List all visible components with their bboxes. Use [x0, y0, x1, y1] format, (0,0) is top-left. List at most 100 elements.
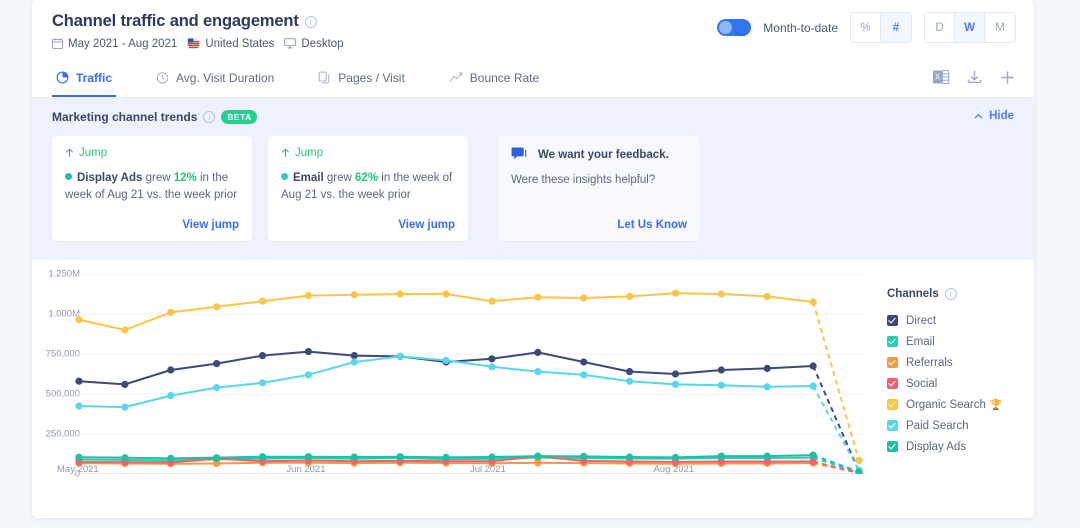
meta-date-range[interactable]: May 2021 - Aug 2021 — [52, 38, 177, 50]
legend-item-organic-search[interactable]: Organic Search🏆18.26M — [887, 394, 1034, 415]
legend-checkbox[interactable] — [887, 336, 898, 347]
data-point[interactable] — [121, 454, 128, 461]
legend-item-social[interactable]: Social991,885 — [887, 373, 1034, 394]
info-icon[interactable]: i — [305, 16, 317, 28]
data-point[interactable] — [259, 352, 266, 359]
data-point[interactable] — [488, 355, 495, 362]
tab-traffic[interactable]: Traffic — [52, 60, 116, 97]
segment-number[interactable]: # — [881, 13, 911, 42]
data-point[interactable] — [488, 453, 495, 460]
tab-bounce-rate[interactable]: Bounce Rate — [445, 60, 543, 97]
data-point[interactable] — [213, 384, 220, 391]
data-point[interactable] — [442, 454, 449, 461]
data-point[interactable] — [672, 454, 679, 461]
data-point[interactable] — [626, 378, 633, 385]
legend-item-paid-search[interactable]: Paid Search9.701M — [887, 415, 1034, 436]
segment-week[interactable]: W — [955, 13, 985, 42]
data-point[interactable] — [580, 453, 587, 460]
data-point[interactable] — [259, 379, 266, 386]
legend-item-direct[interactable]: Direct11.51M — [887, 310, 1034, 331]
data-point[interactable] — [259, 453, 266, 460]
data-point[interactable] — [626, 453, 633, 460]
data-point[interactable] — [810, 298, 817, 305]
data-point[interactable] — [351, 358, 358, 365]
data-point[interactable] — [351, 352, 358, 359]
legend-checkbox[interactable] — [887, 357, 898, 368]
data-point[interactable] — [397, 453, 404, 460]
data-point[interactable] — [75, 454, 82, 461]
legend-item-display-ads[interactable]: Display Ads1.280M — [887, 436, 1034, 457]
data-point[interactable] — [718, 366, 725, 373]
month-to-date-toggle[interactable] — [717, 19, 751, 36]
excel-export-icon[interactable]: X — [932, 68, 950, 86]
data-point[interactable] — [121, 381, 128, 388]
data-point[interactable] — [305, 453, 312, 460]
data-point[interactable] — [626, 368, 633, 375]
data-point[interactable] — [534, 368, 541, 375]
traffic-line-chart[interactable] — [74, 274, 864, 474]
legend-item-referrals[interactable]: Referrals761,201 — [887, 352, 1034, 373]
data-point[interactable] — [810, 382, 817, 389]
data-point[interactable] — [442, 290, 449, 297]
data-point[interactable] — [351, 291, 358, 298]
meta-device[interactable]: Desktop — [284, 38, 343, 50]
tab-pages-per-visit[interactable]: Pages / Visit — [314, 60, 408, 97]
data-point[interactable] — [351, 453, 358, 460]
data-point[interactable] — [764, 365, 771, 372]
data-point[interactable] — [167, 309, 174, 316]
data-point[interactable] — [488, 363, 495, 370]
download-icon[interactable] — [966, 69, 983, 86]
data-point[interactable] — [672, 290, 679, 297]
let-us-know-link[interactable]: Let Us Know — [617, 219, 687, 231]
data-point[interactable] — [397, 353, 404, 360]
data-point[interactable] — [121, 404, 128, 411]
insight-card[interactable]: Jump Display Ads grew 12% in the week of… — [52, 136, 252, 241]
legend-item-email[interactable]: Email392,504 — [887, 331, 1034, 352]
data-point[interactable] — [580, 294, 587, 301]
data-point[interactable] — [580, 358, 587, 365]
data-point[interactable] — [764, 452, 771, 459]
data-point-partial[interactable] — [855, 457, 862, 464]
legend-checkbox[interactable] — [887, 441, 898, 452]
data-point[interactable] — [121, 326, 128, 333]
data-point[interactable] — [488, 298, 495, 305]
data-point[interactable] — [764, 383, 771, 390]
data-point[interactable] — [534, 294, 541, 301]
data-point[interactable] — [305, 292, 312, 299]
segment-percent[interactable]: % — [851, 13, 881, 42]
data-point[interactable] — [397, 290, 404, 297]
data-point[interactable] — [672, 370, 679, 377]
legend-checkbox[interactable] — [887, 420, 898, 431]
data-point[interactable] — [534, 459, 541, 466]
data-point[interactable] — [213, 454, 220, 461]
data-point[interactable] — [75, 378, 82, 385]
view-jump-link[interactable]: View jump — [398, 219, 455, 231]
data-point[interactable] — [810, 458, 817, 465]
legend-checkbox[interactable] — [887, 378, 898, 389]
segment-month[interactable]: M — [985, 13, 1015, 42]
info-icon[interactable]: i — [203, 111, 215, 123]
add-icon[interactable] — [999, 69, 1016, 86]
data-point[interactable] — [167, 392, 174, 399]
data-point[interactable] — [534, 349, 541, 356]
data-point[interactable] — [626, 293, 633, 300]
data-point[interactable] — [672, 381, 679, 388]
data-point[interactable] — [75, 316, 82, 323]
data-point[interactable] — [764, 293, 771, 300]
legend-checkbox[interactable] — [887, 399, 898, 410]
data-point[interactable] — [305, 371, 312, 378]
view-jump-link[interactable]: View jump — [182, 219, 239, 231]
data-point[interactable] — [259, 298, 266, 305]
data-point[interactable] — [305, 348, 312, 355]
data-point[interactable] — [167, 455, 174, 462]
tab-avg-visit-duration[interactable]: Avg. Visit Duration — [152, 60, 278, 97]
data-point[interactable] — [580, 371, 587, 378]
data-point[interactable] — [213, 360, 220, 367]
insight-card[interactable]: Jump Email grew 62% in the week of Aug 2… — [268, 136, 468, 241]
hide-insights-button[interactable]: Hide — [974, 110, 1014, 122]
data-point[interactable] — [718, 290, 725, 297]
data-point[interactable] — [75, 402, 82, 409]
data-point[interactable] — [442, 357, 449, 364]
data-point[interactable] — [534, 452, 541, 459]
data-point[interactable] — [718, 382, 725, 389]
